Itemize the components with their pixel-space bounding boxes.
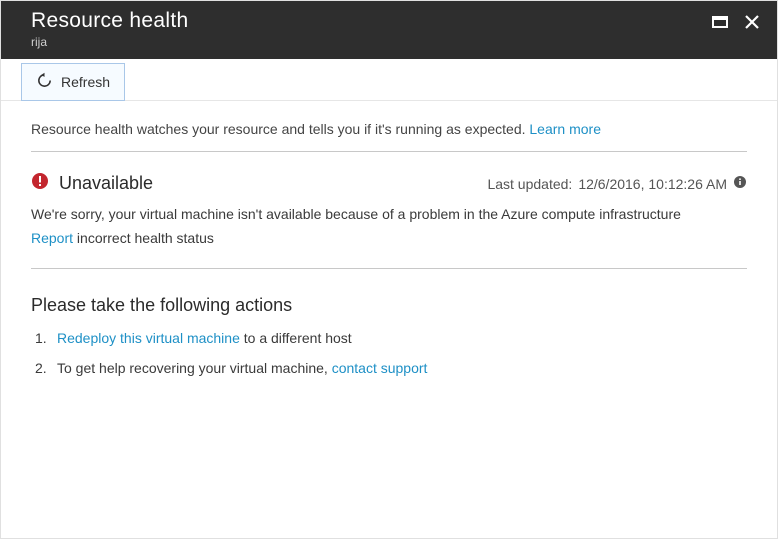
status-description: We're sorry, your virtual machine isn't … xyxy=(31,205,747,224)
intro-text: Resource health watches your resource an… xyxy=(31,121,747,152)
content-area: Resource health watches your resource an… xyxy=(1,101,777,376)
report-suffix: incorrect health status xyxy=(73,230,214,246)
refresh-button[interactable]: Refresh xyxy=(21,63,125,101)
refresh-icon xyxy=(36,72,53,92)
restore-icon[interactable] xyxy=(711,13,729,36)
error-icon xyxy=(31,172,49,195)
page-title: Resource health xyxy=(31,9,188,33)
redeploy-link[interactable]: Redeploy this virtual machine xyxy=(57,330,240,346)
action-item-2: 2. To get help recovering your virtual m… xyxy=(31,360,747,376)
action-number: 2. xyxy=(35,360,49,376)
info-icon[interactable] xyxy=(733,175,747,192)
actions-heading: Please take the following actions xyxy=(31,295,747,316)
close-icon[interactable] xyxy=(743,13,761,36)
action-suffix: to a different host xyxy=(240,330,352,346)
action-body: To get help recovering your virtual mach… xyxy=(57,360,427,376)
learn-more-link[interactable]: Learn more xyxy=(529,121,601,137)
intro-body: Resource health watches your resource an… xyxy=(31,121,529,137)
toolbar: Refresh xyxy=(1,59,777,101)
action-number: 1. xyxy=(35,330,49,346)
report-line: Report incorrect health status xyxy=(31,230,747,269)
refresh-label: Refresh xyxy=(61,74,110,90)
resource-name: rija xyxy=(31,35,188,49)
header-titles: Resource health rija xyxy=(31,9,188,49)
last-updated-value: 12/6/2016, 10:12:26 AM xyxy=(578,176,727,192)
contact-support-link[interactable]: contact support xyxy=(332,360,428,376)
header-controls xyxy=(711,9,761,36)
status-right: Last updated: 12/6/2016, 10:12:26 AM xyxy=(487,175,747,192)
status-left: Unavailable xyxy=(31,172,153,195)
action-item-1: 1. Redeploy this virtual machine to a di… xyxy=(31,330,747,346)
status-row: Unavailable Last updated: 12/6/2016, 10:… xyxy=(31,172,747,195)
blade-header: Resource health rija xyxy=(1,1,777,59)
status-title: Unavailable xyxy=(59,173,153,194)
report-link[interactable]: Report xyxy=(31,230,73,246)
action-prefix: To get help recovering your virtual mach… xyxy=(57,360,332,376)
action-body: Redeploy this virtual machine to a diffe… xyxy=(57,330,352,346)
last-updated-label: Last updated: xyxy=(487,176,572,192)
